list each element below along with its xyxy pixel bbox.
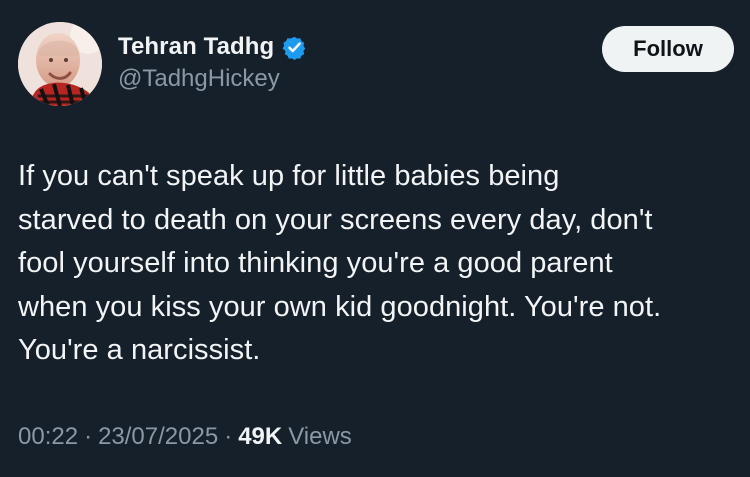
tweet-meta: 00:22 · 23/07/2025 · 49K Views <box>18 423 352 451</box>
tweet-date[interactable]: 23/07/2025 <box>98 423 218 451</box>
tweet-text-line: You're a narcissist. <box>18 334 261 366</box>
verified-badge-icon[interactable] <box>282 35 307 60</box>
author-identity: Tehran Tadhg @TadhgHickey <box>118 32 307 93</box>
name-row: Tehran Tadhg <box>118 32 307 62</box>
meta-separator: · <box>84 423 93 450</box>
views-label: Views <box>288 423 352 450</box>
follow-button[interactable]: Follow <box>602 26 734 72</box>
tweet-time[interactable]: 00:22 <box>18 423 78 451</box>
views-count: 49K <box>238 423 283 450</box>
tweet-card: Tehran Tadhg @TadhgHickey Follow If you … <box>0 0 750 477</box>
tweet-text-line: If you can't speak up for little babies … <box>18 160 560 192</box>
avatar[interactable] <box>18 22 102 106</box>
tweet-text-line: when you kiss your own kid goodnight. Yo… <box>18 290 662 323</box>
tweet-text-line: starved to death on your screens every d… <box>18 203 653 236</box>
tweet-text-line: fool yourself into thinking you're a goo… <box>18 247 613 279</box>
tweet-header: Tehran Tadhg @TadhgHickey Follow <box>18 22 734 112</box>
tweet-text: If you can't speak up for little babies … <box>18 155 733 373</box>
author-handle[interactable]: @TadhgHickey <box>118 65 307 93</box>
meta-separator: · <box>224 423 233 450</box>
profile-photo-icon <box>18 22 102 106</box>
display-name[interactable]: Tehran Tadhg <box>118 33 274 61</box>
